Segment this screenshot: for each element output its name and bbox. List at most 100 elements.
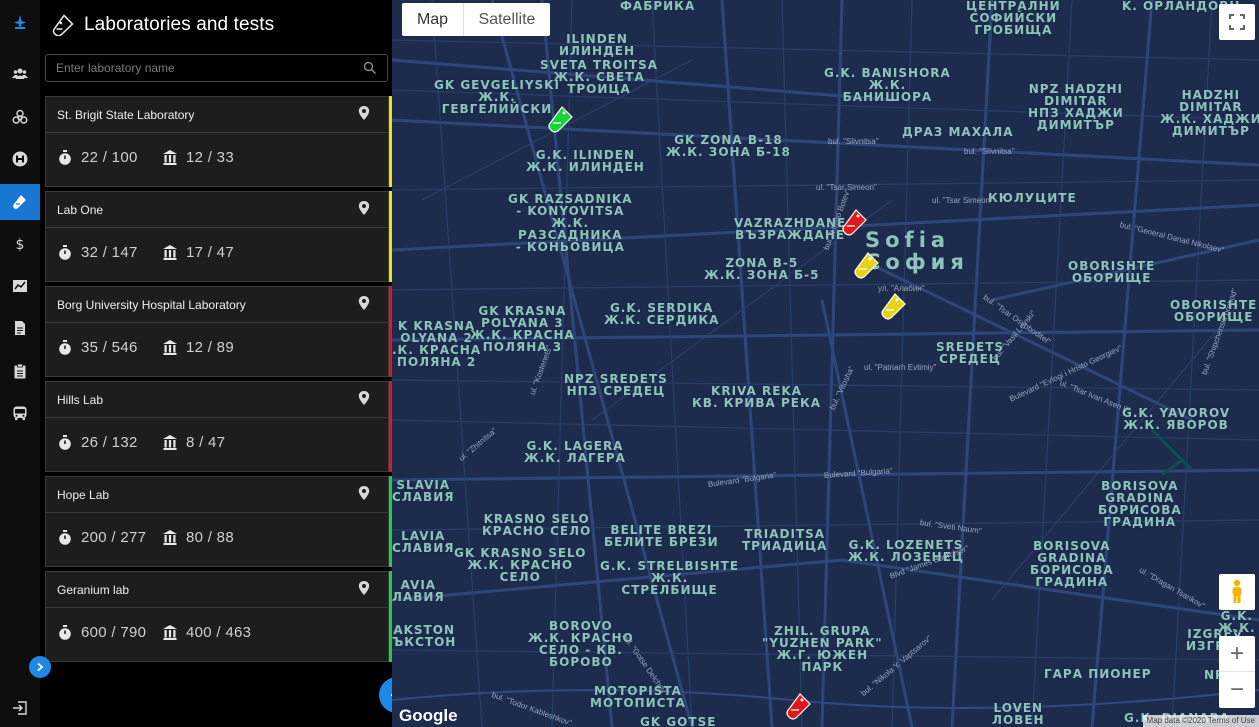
place-label: GK GEVGELIYSKI Ж.К. ГЕВГЕЛИЙСКИ [434,78,560,116]
lab-marker-icon[interactable] [786,692,812,722]
tests-stat: 32 / 147 [58,242,138,262]
zoom-out-button[interactable]: − [1219,672,1255,708]
app-root: $ Laboratories and tests Enter laborator… [0,0,1259,727]
biohazard-icon[interactable] [0,99,40,135]
location-pin-icon[interactable] [358,106,370,120]
tests-value: 26 / 132 [81,433,138,451]
place-label: G.K. SERDIKA Ж.К. СЕРДИКА [604,301,720,327]
place-label: ZHIL. GRUPA "YUZHEN PARK" Ж.Г. ЮЖЕН ПАРК [762,624,883,674]
lab-card[interactable]: Geranium lab 600 / 790 400 / 463 [45,571,393,662]
place-label: NPZ SREDETS НПЗ СРЕДЕЦ [564,372,668,398]
people-icon[interactable] [0,56,40,92]
street-label: ul. "Patriarh Evtimiy" [864,363,937,372]
place-label: G.K. YAVOROV Ж.К. ЯВОРОВ [1122,406,1231,432]
tests-value: 32 / 147 [81,243,138,261]
lab-card[interactable]: Hope Lab 200 / 277 80 / 88 [45,476,393,567]
chart-icon[interactable] [0,268,40,304]
stopwatch-icon [59,434,71,450]
card-divider [46,417,388,418]
map-attribution[interactable]: Map data ©2020 Terms of Use [1142,715,1259,727]
tests-value: 600 / 790 [81,623,147,641]
google-logo[interactable]: Google [399,706,458,726]
place-label: KRASNO SELO КРАСНО СЕЛО [482,512,592,538]
place-label: K KRASNA OLYANA 2 .К. КРАСНА ПОЛЯНА 2 [392,319,482,369]
lab-card[interactable]: Borg University Hospital Laboratory 35 / … [45,286,393,377]
map[interactable]: ФАБРИКА ILINDEN ИЛИНДЕН SVETA TROITSA Ж.К.… [392,0,1259,727]
place-label: BORISOVA GRADINA БОРИСОВА ГРАДИНА [1030,539,1114,589]
location-pin-icon[interactable] [358,581,370,595]
lab-name: Hills Lab [57,393,104,407]
search-icon[interactable] [363,61,377,75]
dollar-icon[interactable]: $ [0,226,40,262]
map-type-map-button[interactable]: Map [402,3,463,36]
capacity-value: 12 / 33 [186,148,234,166]
location-pin-icon[interactable] [358,486,370,500]
street-view-button[interactable] [1219,574,1255,610]
fullscreen-button[interactable] [1219,4,1255,40]
svg-text:$: $ [16,237,25,252]
lab-name: Lab One [57,203,104,217]
card-divider [46,512,388,513]
capacity-stat: 80 / 88 [163,527,234,547]
place-label: ГАРА ПИОНЕР [1044,667,1152,681]
lab-card[interactable]: Lab One 32 / 147 17 / 47 [45,191,393,282]
capacity-value: 80 / 88 [186,528,234,546]
tests-stat: 26 / 132 [58,432,138,452]
clipboard-icon[interactable] [0,353,40,389]
place-label: TRIADITSA ТРИАДИЦА [742,527,828,553]
place-label: AVIA ЛАВИЯ [392,578,445,604]
capacity-value: 17 / 47 [186,243,234,261]
place-label: MOTOPISTA МОТОПИСТА [590,684,686,710]
expand-sidebar-button[interactable] [29,656,51,678]
stopwatch-icon [59,149,71,165]
building-icon [163,434,177,450]
pegman-icon [1232,579,1242,603]
lab-name: Hope Lab [57,488,110,502]
lab-search-input[interactable] [46,55,356,81]
panel-header: Laboratories and tests [52,10,274,40]
lab-card[interactable]: St. Brigit State Laboratory 22 / 100 12 / … [45,96,393,187]
logout-icon[interactable] [0,690,40,726]
place-label: G.K. STRELBISHTE Ж.К. СТРЕЛБИЩЕ [600,559,740,597]
place-label: GK GOTSE [640,715,717,727]
place-label: ILINDEN ИЛИНДЕН [559,32,636,58]
place-label: ДРАЗ МАХАЛА [902,125,1014,139]
street-label: bul. "Slivnitsa" [828,137,879,146]
bus-icon[interactable] [0,395,40,431]
lab-marker-icon[interactable] [842,208,868,238]
stopwatch-icon [59,339,71,355]
street-label: ul. "Tsar Simeon" [932,196,993,205]
panel-title: Laboratories and tests [84,14,275,35]
lab-card[interactable]: Hills Lab 26 / 132 8 / 47 [45,381,393,472]
place-label: GK ZONA B-18 Ж.К. ЗОНА Б-18 [666,133,791,159]
place-label: GK KRASNA POLYANA 3 Ж.К. КРАСНА ПОЛЯНА 3 [470,304,575,354]
place-label: HADZHI DIMITAR Ж.К. ХАДЖИ ДИМИТЪР [1160,88,1259,138]
location-pin-icon[interactable] [358,201,370,215]
tests-value: 22 / 100 [81,148,138,166]
lab-marker-icon[interactable] [548,105,574,135]
place-label: BOROVO Ж.К. КРАСНО СЕЛО - КВ. БОРОВО [528,619,634,669]
tests-stat: 200 / 277 [58,527,146,547]
lab-marker-icon[interactable] [881,292,907,322]
tests-stat: 35 / 546 [58,337,138,357]
location-pin-icon[interactable] [358,391,370,405]
logo-icon[interactable] [0,4,40,40]
zoom-in-button[interactable]: + [1219,636,1255,672]
place-label: G.K. LAGERA Ж.К. ЛАГЕРА [524,439,626,465]
building-icon [163,149,177,165]
stopwatch-icon [59,529,71,545]
place-label: GK KRASNO SELO Ж.К. КРАСНО СЕЛО [454,546,587,584]
labs-panel: Laboratories and tests St. Brigit State … [40,0,415,727]
building-icon [163,624,177,640]
place-label: SLAVIA СЛАВИЯ [392,478,455,504]
card-divider [46,322,388,323]
place-label: OBORISHTE ОБОРИЩЕ [1170,298,1258,324]
document-icon[interactable] [0,310,40,346]
hospital-icon[interactable] [0,141,40,177]
card-divider [46,227,388,228]
lab-marker-icon[interactable] [854,251,880,281]
location-pin-icon[interactable] [358,296,370,310]
map-type-satellite-button[interactable]: Satellite [463,3,550,36]
test-tube-icon[interactable] [0,184,40,220]
lab-search [45,54,388,82]
